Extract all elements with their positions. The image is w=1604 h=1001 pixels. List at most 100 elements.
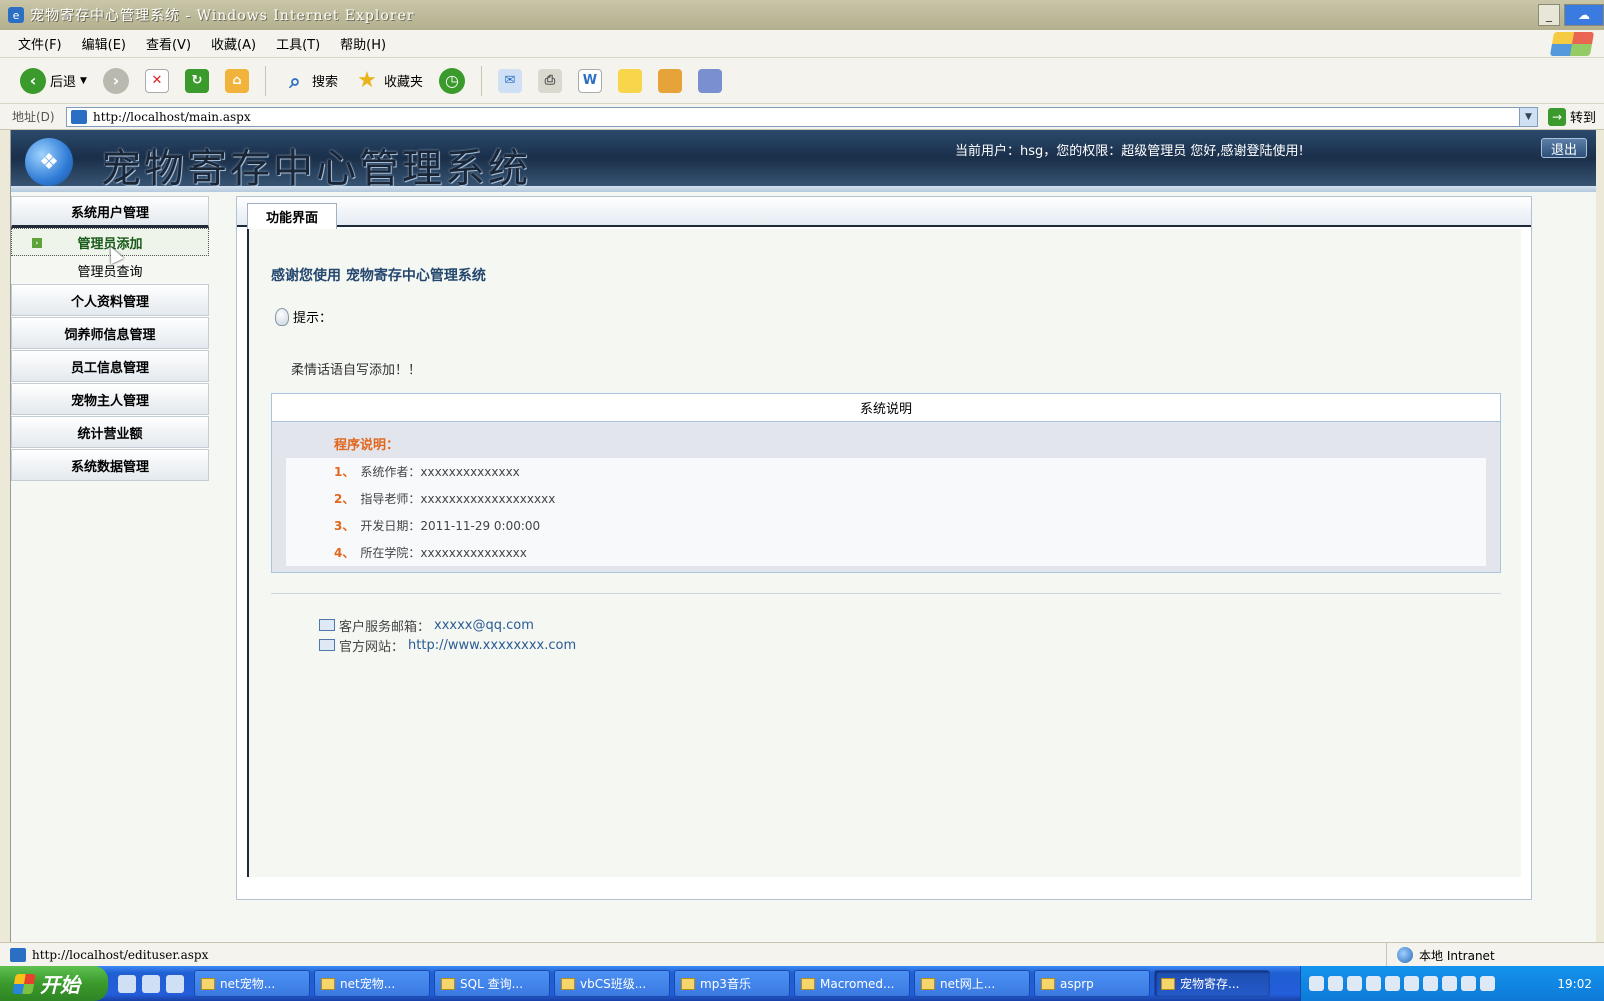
item-text: 开发日期：2011-11-29 0:00:00 — [360, 519, 541, 533]
tray-icon[interactable] — [1461, 976, 1476, 991]
print-icon: ⎙ — [537, 68, 562, 93]
tray-icon[interactable] — [1366, 976, 1381, 991]
cloud-app-icon[interactable]: ☁ — [1564, 4, 1604, 26]
info-list: 1、 系统作者：xxxxxxxxxxxxxx 2、 指导老师：xxxxxxxxx… — [286, 458, 1486, 566]
search-button[interactable]: ⌕ 搜索 — [278, 64, 342, 98]
stop-button[interactable]: ✕ — [141, 64, 173, 98]
back-button[interactable]: ‹ 后退 ▼ — [16, 64, 91, 98]
taskbar-item[interactable]: net宠物... — [194, 970, 310, 997]
ie-quicklaunch-icon[interactable] — [118, 974, 136, 993]
tray-icon[interactable] — [1309, 976, 1324, 991]
taskbar-item[interactable]: net网上... — [914, 970, 1030, 997]
sidebar-group-revenue[interactable]: 统计营业额 — [11, 416, 209, 448]
program-title: 程序说明： — [334, 438, 400, 453]
list-item: 1、 系统作者：xxxxxxxxxxxxxx — [286, 458, 1486, 485]
go-button[interactable]: → 转到 — [1548, 107, 1596, 126]
notes-button[interactable] — [614, 64, 646, 98]
messenger-button[interactable] — [694, 64, 726, 98]
folder-icon — [561, 977, 575, 990]
history-icon: ◷ — [438, 67, 465, 94]
app-quicklaunch-icon[interactable] — [166, 974, 184, 993]
tray-icon[interactable] — [1328, 976, 1343, 991]
sidebar-group-owner[interactable]: 宠物主人管理 — [11, 383, 209, 415]
window-title-bar: e 宠物寄存中心管理系统 - Windows Internet Explorer… — [0, 0, 1604, 30]
taskbar-item[interactable]: asprp — [1034, 970, 1150, 997]
item-number: 2、 — [334, 492, 355, 506]
welcome-heading: 感谢您使用 宠物寄存中心管理系统 — [271, 268, 486, 284]
status-bar: http://localhost/edituser.aspx 本地 Intran… — [0, 942, 1604, 967]
window-controls: _ ☁ — [1538, 4, 1604, 26]
minimize-button[interactable]: _ — [1538, 4, 1560, 26]
email-label: 客户服务邮箱： — [339, 619, 431, 635]
toolbar-separator — [264, 65, 266, 96]
home-button[interactable]: ⌂ — [221, 64, 253, 98]
item-text: 所在学院：xxxxxxxxxxxxxxx — [360, 546, 527, 560]
tray-icon[interactable] — [1423, 976, 1438, 991]
taskbar-item[interactable]: SQL 查询... — [434, 970, 550, 997]
sidebar-group-staff[interactable]: 员工信息管理 — [11, 350, 209, 382]
banner-strip — [11, 186, 1596, 192]
forward-arrow-icon: › — [102, 67, 129, 94]
task-label: net宠物... — [220, 977, 276, 991]
menu-tools[interactable]: 工具(T) — [276, 34, 320, 53]
dropdown-arrow-icon[interactable]: ▼ — [80, 76, 87, 86]
favorites-button[interactable]: ★ 收藏夹 — [350, 64, 427, 98]
website-line: 官方网站： http://www.xxxxxxxx.com — [319, 635, 576, 655]
history-button[interactable]: ◷ — [435, 64, 469, 98]
menu-view[interactable]: 查看(V) — [146, 34, 191, 53]
tray-icon[interactable] — [1347, 976, 1362, 991]
taskbar-item-active[interactable]: 宠物寄存... — [1154, 970, 1270, 997]
hint: 提示： — [275, 307, 332, 326]
sidebar-group-user[interactable]: 系统用户管理 — [11, 196, 209, 228]
print-button[interactable]: ⎙ — [534, 64, 566, 98]
quick-launch — [118, 974, 184, 993]
go-label: 转到 — [1570, 111, 1597, 126]
taskbar-item[interactable]: vbCS班级... — [554, 970, 670, 997]
task-label: asprp — [1060, 976, 1094, 991]
tab-function[interactable]: 功能界面 — [247, 203, 337, 229]
logout-button[interactable]: 退出 — [1541, 138, 1587, 158]
folder-icon — [921, 977, 935, 990]
back-label: 后退 — [50, 75, 77, 90]
research-button[interactable] — [654, 64, 686, 98]
taskbar-item[interactable]: Macromed... — [794, 970, 910, 997]
app-quicklaunch-icon[interactable] — [142, 974, 160, 993]
tray-icon[interactable] — [1442, 976, 1457, 991]
email-link[interactable]: xxxxx@qq.com — [434, 618, 534, 633]
clock[interactable]: 19:02 — [1557, 977, 1592, 991]
taskbar-item[interactable]: mp3音乐 — [674, 970, 790, 997]
mail-button[interactable]: ✉ — [494, 64, 526, 98]
star-icon: ★ — [357, 68, 377, 93]
address-input[interactable]: http://localhost/main.aspx ▼ — [66, 106, 1538, 127]
tray-icon[interactable] — [1404, 976, 1419, 991]
system-tray: 19:02 — [1300, 966, 1604, 1001]
macromedia-icon — [801, 977, 815, 990]
tray-icon[interactable] — [1480, 976, 1495, 991]
tray-icon[interactable] — [1385, 976, 1400, 991]
menu-file[interactable]: 文件(F) — [18, 34, 62, 53]
sidebar-group-profile[interactable]: 个人资料管理 — [11, 284, 209, 316]
edit-button[interactable]: W — [574, 64, 606, 98]
taskbar-item[interactable]: net宠物... — [314, 970, 430, 997]
site-label: 官方网站： — [339, 639, 405, 655]
folder-icon — [681, 977, 695, 990]
address-dropdown-icon[interactable]: ▼ — [1519, 107, 1537, 126]
sidebar-group-trainer[interactable]: 饲养师信息管理 — [11, 317, 209, 349]
security-zone: 本地 Intranet — [1386, 943, 1495, 967]
address-label: 地址(D) — [12, 110, 55, 124]
address-url[interactable]: http://localhost/main.aspx — [93, 110, 251, 124]
search-label: 搜索 — [311, 75, 338, 90]
website-link[interactable]: http://www.xxxxxxxx.com — [408, 638, 576, 653]
email-line: 客户服务邮箱： xxxxx@qq.com — [319, 615, 576, 635]
menu-edit[interactable]: 编辑(E) — [82, 34, 126, 53]
zone-label: 本地 Intranet — [1419, 948, 1495, 963]
forward-button[interactable]: › — [99, 64, 133, 98]
home-icon: ⌂ — [224, 68, 249, 93]
menu-help[interactable]: 帮助(H) — [340, 34, 386, 53]
menu-favorites[interactable]: 收藏(A) — [211, 34, 256, 53]
sidebar-group-data[interactable]: 系统数据管理 — [11, 449, 209, 481]
contact-info: 客户服务邮箱： xxxxx@qq.com 官方网站： http://www.xx… — [319, 615, 576, 655]
refresh-button[interactable]: ↻ — [181, 64, 213, 98]
app-icon — [321, 977, 335, 990]
start-button[interactable]: 开始 — [0, 966, 108, 1001]
